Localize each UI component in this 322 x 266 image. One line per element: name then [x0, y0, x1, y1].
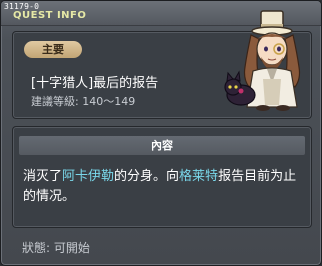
recommended-level: 建議等級: 140～149: [31, 93, 135, 109]
description-text-1: 消灭了: [23, 169, 63, 184]
npc-name-grant: 格莱特: [179, 169, 219, 184]
status-value: 可開始: [53, 241, 90, 255]
npc-name-akairum: 阿卡伊勒: [62, 169, 115, 184]
quest-description: 消灭了阿卡伊勒的分身。向格莱特报告目前为止的情况。: [23, 167, 305, 207]
npc-portrait-icon: [224, 10, 301, 111]
quest-content-panel: 內容 消灭了阿卡伊勒的分身。向格莱特报告目前为止的情况。: [12, 126, 312, 228]
quest-status: 狀態: 可開始: [22, 239, 90, 256]
level-label: 建議等級:: [31, 95, 79, 108]
quest-name: [十字猎人]最后的报告: [31, 76, 159, 91]
content-header: 內容: [19, 136, 305, 155]
level-range: 140～149: [82, 95, 136, 108]
quest-type-tag: 主要: [24, 41, 82, 58]
window-title: QUEST INFO: [13, 10, 87, 21]
description-text-2: 的分身。向: [114, 169, 180, 184]
status-label: 狀態:: [22, 241, 51, 255]
quest-info-window: 31179-0 QUEST INFO 主要 [十字猎人]最后的报告 建議等級: …: [0, 0, 322, 266]
